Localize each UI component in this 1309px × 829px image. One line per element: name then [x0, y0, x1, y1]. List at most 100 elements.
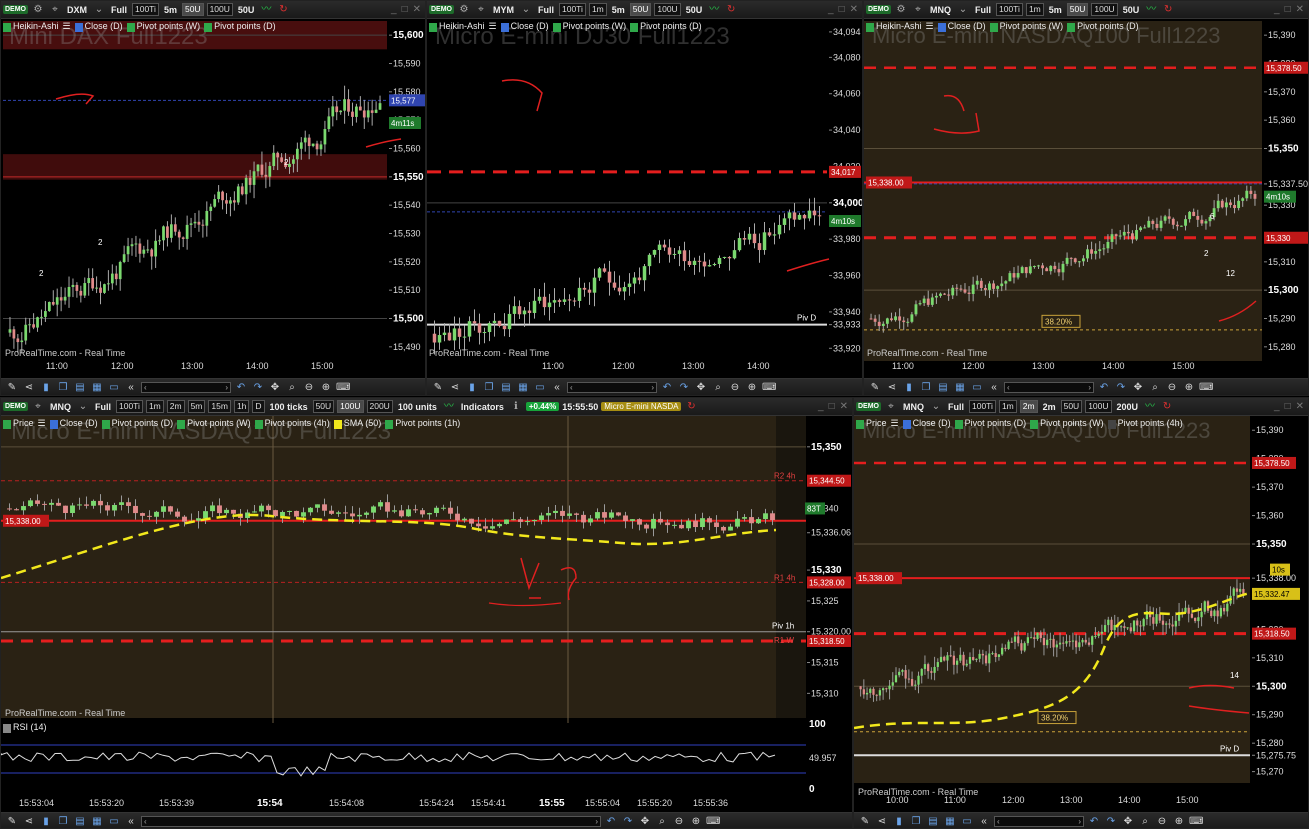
undo-icon[interactable]: ↶ [1087, 815, 1101, 828]
zoom-area-icon[interactable]: ⌕ [655, 815, 669, 828]
grid-icon[interactable]: ▦ [953, 381, 967, 394]
legend-item[interactable]: Pivot points (D) [1067, 21, 1139, 32]
legend-item[interactable]: Heikin-Ashi [866, 21, 922, 32]
table-icon[interactable]: ▤ [926, 815, 940, 828]
rewind-icon[interactable]: « [550, 381, 564, 394]
zoom-out-icon[interactable]: ⊖ [302, 381, 316, 394]
rewind-icon[interactable]: « [124, 381, 138, 394]
zoom-out-icon[interactable]: ⊖ [672, 815, 686, 828]
share-icon[interactable]: ⋖ [22, 381, 36, 394]
legend-item[interactable]: Pivot points (D) [204, 21, 276, 32]
zoom-in-icon[interactable]: ⊕ [319, 381, 333, 394]
window-icon[interactable]: ▭ [960, 815, 974, 828]
legend-item[interactable]: Pivot points (W) [1030, 418, 1104, 429]
zoom-in-icon[interactable]: ⊕ [1182, 381, 1196, 394]
price-chart[interactable]: 15,60015,59015,58015,57015,56015,55015,5… [1, 1, 426, 379]
rewind-icon[interactable]: « [987, 381, 1001, 394]
legend-item[interactable]: Pivot points (D) [954, 418, 1026, 429]
legend-item[interactable]: Pivot points (1h) [385, 418, 460, 429]
pencil-icon[interactable]: ✎ [858, 815, 872, 828]
copy-icon[interactable]: ❐ [56, 815, 70, 828]
legend-item[interactable]: Pivot points (W) [177, 418, 251, 429]
layout-icon[interactable]: ▮ [39, 381, 53, 394]
keyboard-icon[interactable]: ⌨ [336, 381, 350, 394]
table-icon[interactable]: ▤ [73, 381, 87, 394]
legend-item[interactable]: Close (D) [74, 21, 123, 32]
crosshair-icon[interactable]: ✥ [1121, 815, 1135, 828]
share-icon[interactable]: ⋖ [448, 381, 462, 394]
crosshair-icon[interactable]: ✥ [1131, 381, 1145, 394]
legend-item[interactable]: Price [3, 418, 34, 429]
time-scrollbar[interactable]: ‹ › [141, 816, 601, 827]
undo-icon[interactable]: ↶ [604, 815, 618, 828]
zoom-in-icon[interactable]: ⊕ [689, 815, 703, 828]
copy-icon[interactable]: ❐ [909, 815, 923, 828]
legend-item[interactable]: Close (D) [902, 418, 951, 429]
price-chart[interactable]: 15,39015,38015,378.5015,37015,36015,3501… [854, 398, 1309, 812]
zoom-out-icon[interactable]: ⊖ [1155, 815, 1169, 828]
time-scrollbar[interactable]: ‹ › [141, 382, 231, 393]
grid-icon[interactable]: ▦ [516, 381, 530, 394]
pencil-icon[interactable]: ✎ [868, 381, 882, 394]
zoom-out-icon[interactable]: ⊖ [728, 381, 742, 394]
share-icon[interactable]: ⋖ [875, 815, 889, 828]
legend-item[interactable]: Close (D) [49, 418, 98, 429]
price-chart[interactable]: 15,39015,38015,378.5015,37015,36015,3501… [864, 1, 1309, 379]
chart-panel-nasdaq-2m[interactable]: DEMO ⌖ MNQ ⌄ Full 100Ti 1m 2m 2m 50U 100U… [853, 397, 1309, 829]
legend-item[interactable]: Pivot points (D) [630, 21, 702, 32]
crosshair-icon[interactable]: ✥ [694, 381, 708, 394]
legend-item[interactable]: Pivot points (W) [126, 21, 200, 32]
zoom-area-icon[interactable]: ⌕ [1138, 815, 1152, 828]
keyboard-icon[interactable]: ⌨ [1199, 381, 1213, 394]
rewind-icon[interactable]: « [977, 815, 991, 828]
redo-icon[interactable]: ↷ [621, 815, 635, 828]
undo-icon[interactable]: ↶ [234, 381, 248, 394]
window-icon[interactable]: ▭ [970, 381, 984, 394]
pencil-icon[interactable]: ✎ [431, 381, 445, 394]
zoom-in-icon[interactable]: ⊕ [1172, 815, 1186, 828]
crosshair-icon[interactable]: ✥ [638, 815, 652, 828]
window-icon[interactable]: ▭ [107, 815, 121, 828]
grid-icon[interactable]: ▦ [943, 815, 957, 828]
zoom-area-icon[interactable]: ⌕ [711, 381, 725, 394]
copy-icon[interactable]: ❐ [56, 381, 70, 394]
zoom-out-icon[interactable]: ⊖ [1165, 381, 1179, 394]
redo-icon[interactable]: ↷ [251, 381, 265, 394]
rewind-icon[interactable]: « [124, 815, 138, 828]
grid-icon[interactable]: ▦ [90, 815, 104, 828]
copy-icon[interactable]: ❐ [482, 381, 496, 394]
table-icon[interactable]: ▤ [936, 381, 950, 394]
grid-icon[interactable]: ▦ [90, 381, 104, 394]
share-icon[interactable]: ⋖ [22, 815, 36, 828]
list-icon[interactable]: ☰ [38, 418, 46, 429]
legend-item[interactable]: SMA (50) [333, 418, 381, 429]
layout-icon[interactable]: ▮ [465, 381, 479, 394]
list-icon[interactable]: ☰ [489, 21, 497, 32]
zoom-area-icon[interactable]: ⌕ [1148, 381, 1162, 394]
layout-icon[interactable]: ▮ [39, 815, 53, 828]
legend-item[interactable]: Heikin-Ashi [3, 21, 59, 32]
legend-item[interactable]: Price [856, 418, 887, 429]
legend-item[interactable]: Pivot points (D) [101, 418, 173, 429]
legend-item[interactable]: Pivot points (4h) [254, 418, 330, 429]
share-icon[interactable]: ⋖ [885, 381, 899, 394]
table-icon[interactable]: ▤ [499, 381, 513, 394]
layout-icon[interactable]: ▮ [902, 381, 916, 394]
legend-item[interactable]: Close (D) [937, 21, 986, 32]
legend-item[interactable]: Pivot points (W) [989, 21, 1063, 32]
window-icon[interactable]: ▭ [533, 381, 547, 394]
zoom-in-icon[interactable]: ⊕ [745, 381, 759, 394]
layout-icon[interactable]: ▮ [892, 815, 906, 828]
legend-item[interactable]: Close (D) [500, 21, 549, 32]
chart-panel-dax[interactable]: DEMO ⚙ ⌖ DXM ⌄ Full 100Ti 5m 50U 100U 50U… [0, 0, 426, 396]
redo-icon[interactable]: ↷ [1104, 815, 1118, 828]
legend-item[interactable]: Heikin-Ashi [429, 21, 485, 32]
time-scrollbar[interactable]: ‹ › [567, 382, 657, 393]
crosshair-icon[interactable]: ✥ [268, 381, 282, 394]
list-icon[interactable]: ☰ [926, 21, 934, 32]
price-chart[interactable]: R2 4hR1 4hPiv 1hR1 W15,35015,344.5015,34… [1, 398, 853, 812]
chart-panel-nasdaq-tick[interactable]: DEMO ⌖ MNQ ⌄ Full 100Ti 1m 2m 5m 15m 1h D… [0, 397, 853, 829]
pencil-icon[interactable]: ✎ [5, 381, 19, 394]
price-chart[interactable]: 34,09434,08034,06034,04034,02034,01734,0… [427, 1, 863, 379]
time-scrollbar[interactable]: ‹ › [994, 816, 1084, 827]
